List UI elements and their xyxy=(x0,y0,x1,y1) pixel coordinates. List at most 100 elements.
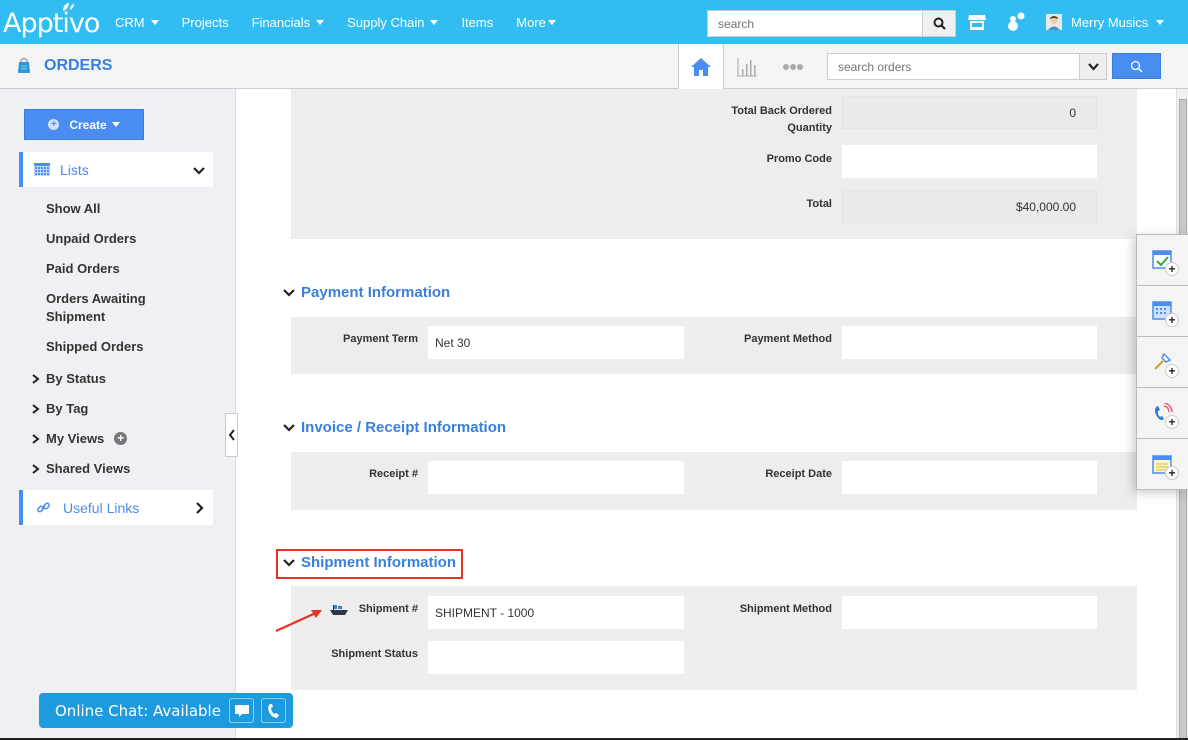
add-view-icon[interactable]: + xyxy=(114,432,128,445)
user-menu[interactable]: Merry Musics xyxy=(1046,14,1165,30)
more-dots-icon xyxy=(783,63,803,70)
call-button[interactable] xyxy=(261,698,286,723)
chevron-down-icon xyxy=(283,558,295,567)
search-icon xyxy=(1130,60,1143,72)
shipment-section-toggle[interactable]: Shipment Information xyxy=(283,554,456,571)
shipment-status-label: Shipment Status xyxy=(331,648,418,660)
plus-icon: + xyxy=(1165,262,1179,276)
notifications-icon[interactable] xyxy=(1005,11,1027,33)
shipment-number-input[interactable]: SHIPMENT - 1000 xyxy=(428,596,684,629)
phone-icon xyxy=(267,703,279,718)
view-tabs xyxy=(678,44,816,90)
nav-crm[interactable]: CRM xyxy=(115,15,159,30)
sidebar-expand-shared-views[interactable]: Shared Views xyxy=(32,461,130,476)
orders-search-dropdown[interactable] xyxy=(1079,54,1106,79)
payment-section-title: Payment Information xyxy=(301,284,451,301)
collapse-sidebar-button[interactable] xyxy=(225,413,238,457)
nav-financials[interactable]: Financials xyxy=(252,15,325,30)
page-title: ORDERS xyxy=(44,57,113,74)
chevron-down-icon xyxy=(283,288,295,297)
promo-code-input[interactable] xyxy=(842,145,1097,178)
chevron-left-icon xyxy=(228,429,235,441)
orders-search xyxy=(827,53,1107,80)
quick-add-task[interactable]: + xyxy=(1137,235,1188,286)
quick-add-note[interactable]: + xyxy=(1137,439,1188,490)
caret-down-icon xyxy=(430,19,439,25)
link-icon xyxy=(37,502,50,513)
chevron-right-icon xyxy=(32,463,40,474)
shipment-status-input[interactable] xyxy=(428,641,684,674)
payment-section-toggle[interactable]: Payment Information xyxy=(283,284,450,301)
sidebar-expand-by-tag[interactable]: By Tag xyxy=(32,401,88,416)
sidebar-link-show-all[interactable]: Show All xyxy=(46,200,100,218)
nav-projects[interactable]: Projects xyxy=(182,15,229,30)
nav-items[interactable]: Items xyxy=(461,15,493,30)
caret-down-icon xyxy=(1156,19,1165,25)
promo-code-label: Promo Code xyxy=(766,153,832,165)
caret-down-icon xyxy=(111,122,120,127)
shipment-method-input[interactable] xyxy=(842,596,1097,629)
global-search-input[interactable] xyxy=(708,11,922,36)
caret-down-icon xyxy=(547,19,556,25)
sidebar-section-lists[interactable]: Lists xyxy=(19,152,213,187)
top-navigation-bar: Apptivo CRM Projects Financials Supply C… xyxy=(0,0,1188,44)
quick-add-call-log[interactable]: + xyxy=(1137,388,1188,439)
receipt-date-input[interactable] xyxy=(842,461,1097,494)
receipt-number-input[interactable] xyxy=(428,461,684,494)
bar-chart-icon xyxy=(737,57,757,76)
payment-method-input[interactable] xyxy=(842,326,1097,359)
quick-add-toolbar: + + + + + xyxy=(1136,234,1188,490)
payment-term-input[interactable]: Net 30 xyxy=(428,326,684,359)
chevron-right-icon xyxy=(196,501,204,514)
chevron-right-icon xyxy=(32,403,40,414)
chat-button[interactable] xyxy=(229,698,254,723)
global-search-button[interactable] xyxy=(922,11,955,36)
receipt-date-label: Receipt Date xyxy=(765,468,832,480)
quick-add-follow-up[interactable]: + xyxy=(1137,337,1188,388)
sidebar-link-unpaid-orders[interactable]: Unpaid Orders xyxy=(46,230,136,248)
shipment-method-label: Shipment Method xyxy=(739,603,832,615)
tab-reports[interactable] xyxy=(724,44,770,89)
sidebar-link-paid-orders[interactable]: Paid Orders xyxy=(46,260,120,278)
search-icon xyxy=(933,17,946,30)
sidebar-link-shipped-orders[interactable]: Shipped Orders xyxy=(46,338,144,356)
calendar-grid-icon xyxy=(34,163,50,176)
sidebar-expand-my-views[interactable]: My Views + xyxy=(32,431,128,446)
avatar xyxy=(1046,14,1062,30)
nav-more[interactable]: More xyxy=(516,15,556,30)
sidebar-section-useful-links[interactable]: Useful Links xyxy=(19,490,213,525)
chevron-down-icon xyxy=(1087,62,1099,71)
app-store-icon[interactable] xyxy=(966,11,988,33)
payment-method-label: Payment Method xyxy=(743,333,832,345)
main-content: Total Back Ordered Quantity 0 Promo Code… xyxy=(236,89,1176,740)
nav-supply-chain[interactable]: Supply Chain xyxy=(347,15,439,30)
chevron-right-icon xyxy=(32,433,40,444)
shipment-section-title: Shipment Information xyxy=(301,554,456,571)
total-field: $40,000.00 xyxy=(842,190,1097,223)
total-back-ordered-field: 0 xyxy=(842,96,1097,129)
global-search xyxy=(707,10,956,37)
plus-circle-icon: + xyxy=(48,119,60,130)
sidebar-link-orders-awaiting-shipment[interactable]: Orders Awaiting Shipment xyxy=(46,290,166,326)
plus-icon: + xyxy=(1165,313,1179,327)
create-button[interactable]: + Create xyxy=(24,109,144,140)
orders-search-button[interactable] xyxy=(1112,53,1161,79)
chevron-down-icon xyxy=(193,166,205,175)
sidebar: + Create Lists Show All Unpaid Orders Pa… xyxy=(0,89,236,740)
sidebar-expand-by-status[interactable]: By Status xyxy=(32,371,106,386)
orders-bag-icon xyxy=(18,57,30,73)
orders-search-input[interactable] xyxy=(828,54,1079,79)
tab-home[interactable] xyxy=(678,44,724,90)
chevron-right-icon xyxy=(32,373,40,384)
caret-down-icon xyxy=(150,19,159,25)
invoice-section-toggle[interactable]: Invoice / Receipt Information xyxy=(283,419,506,436)
app-header: ORDERS xyxy=(0,44,1188,90)
total-back-ordered-label: Total Back Ordered Quantity xyxy=(731,105,832,134)
home-icon xyxy=(691,58,711,76)
annotation-arrow xyxy=(275,610,322,633)
online-chat-widget[interactable]: Online Chat: Available xyxy=(39,693,293,728)
apptivo-logo[interactable]: Apptivo xyxy=(3,3,100,39)
tab-more-options[interactable] xyxy=(770,44,816,89)
quick-add-event[interactable]: + xyxy=(1137,286,1188,337)
invoice-section-title: Invoice / Receipt Information xyxy=(301,419,507,436)
